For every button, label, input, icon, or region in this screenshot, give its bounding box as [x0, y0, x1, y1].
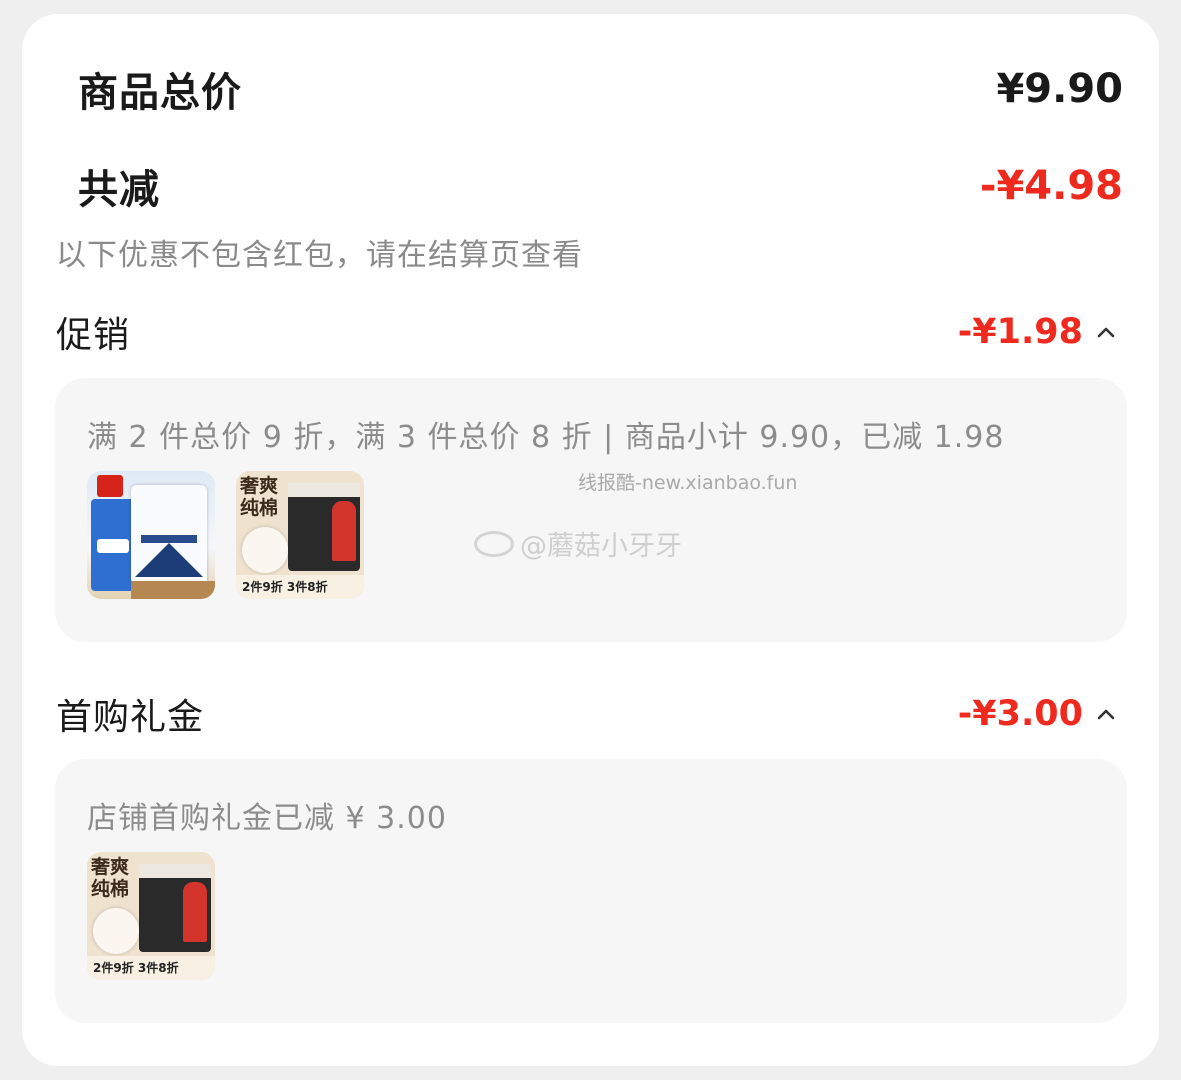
weibo-watermark: @蘑菇小牙牙 [474, 524, 682, 563]
promotion-label: 促销 [56, 315, 131, 356]
product-badge-footer: 2件9折 3件8折 [87, 956, 215, 980]
total-price-value: ¥9.90 [996, 66, 1123, 112]
product-badge-title: 奢爽纯棉 [240, 475, 279, 519]
first-purchase-row[interactable]: 首购礼金 -¥3.00 [56, 688, 1117, 740]
sanitary-pad-product-image[interactable]: 奢爽纯棉 2件9折 3件8折 [87, 852, 215, 980]
cotton-icon [242, 527, 288, 573]
salt-product-image[interactable] [87, 471, 215, 599]
sanitary-pad-product-image[interactable]: 奢爽纯棉 2件9折 3件8折 [236, 471, 364, 599]
first-purchase-detail-text: 店铺首购礼金已减 ¥ 3.00 [87, 801, 447, 836]
total-price-label: 商品总价 [78, 70, 242, 116]
chevron-up-icon[interactable] [1095, 321, 1117, 343]
first-purchase-detail-box: 店铺首购礼金已减 ¥ 3.00 奢爽纯棉 2件9折 3件8折 [55, 759, 1127, 1023]
weibo-logo-icon [474, 530, 514, 557]
promotion-detail-text: 满 2 件总价 9 折，满 3 件总价 8 折 | 商品小计 9.90，已减 1… [87, 420, 1005, 455]
promotion-value: -¥1.98 [957, 312, 1083, 352]
cotton-icon [93, 908, 139, 954]
promotion-detail-box: 满 2 件总价 9 折，满 3 件总价 8 折 | 商品小计 9.90，已减 1… [55, 378, 1127, 642]
chevron-up-icon[interactable] [1095, 703, 1117, 725]
product-badge-title: 奢爽纯棉 [91, 856, 130, 900]
total-discount-value: -¥4.98 [979, 163, 1123, 209]
promotion-row[interactable]: 促销 -¥1.98 [56, 306, 1117, 358]
brand-logo-icon [97, 475, 123, 497]
total-discount-row: 共减 -¥4.98 [78, 157, 1123, 215]
total-price-row: 商品总价 ¥9.90 [78, 60, 1123, 118]
weibo-handle: @蘑菇小牙牙 [520, 531, 682, 562]
discount-note: 以下优惠不包含红包，请在结算页查看 [56, 238, 583, 273]
product-badge-footer: 2件9折 3件8折 [236, 575, 364, 599]
site-watermark: 线报酷-new.xianbao.fun [578, 472, 798, 494]
total-discount-label: 共减 [78, 167, 160, 213]
first-purchase-value: -¥3.00 [957, 694, 1083, 734]
first-purchase-label: 首购礼金 [56, 697, 205, 738]
